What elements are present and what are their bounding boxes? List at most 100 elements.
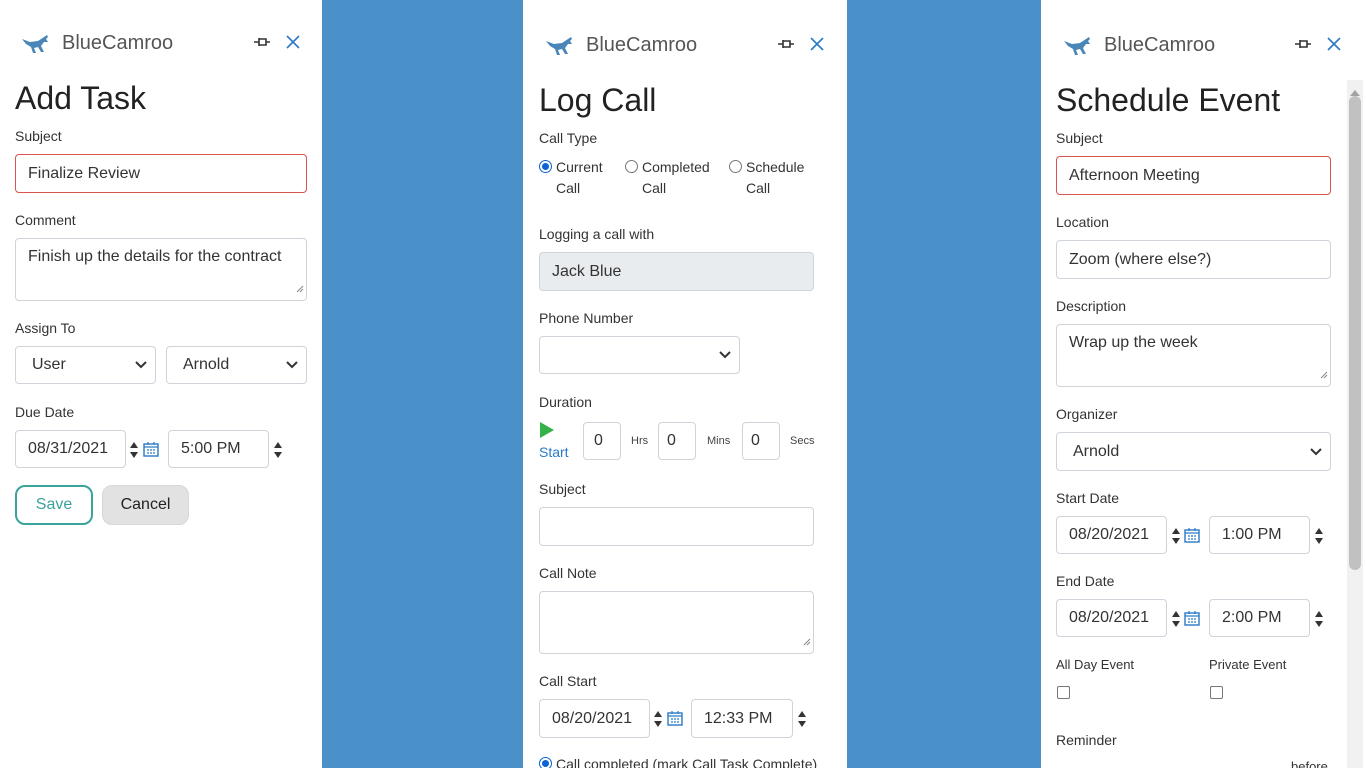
- call-subject-input[interactable]: [539, 507, 814, 546]
- due-time-input[interactable]: 5:00 PM: [168, 430, 269, 468]
- organizer-value: Arnold: [1073, 442, 1120, 460]
- all-day-event-label: All Day Event: [1056, 657, 1135, 672]
- brand-name: BlueCamroo: [586, 34, 698, 56]
- call-note-textarea[interactable]: [539, 591, 814, 654]
- comment-label: Comment: [15, 212, 76, 228]
- chevron-down-icon: [286, 356, 298, 374]
- resize-handle-icon[interactable]: [1320, 366, 1328, 384]
- add-task-panel: BlueCamroo Add Task Subject Finalize Rev…: [0, 0, 322, 768]
- resize-handle-icon[interactable]: [803, 633, 811, 651]
- seconds-value: 0: [751, 432, 760, 449]
- pin-icon[interactable]: [253, 35, 271, 49]
- assign-type-select[interactable]: User: [15, 346, 156, 384]
- all-day-event-checkbox[interactable]: [1057, 686, 1070, 699]
- radio-current-call[interactable]: [539, 160, 552, 173]
- start-timer-link[interactable]: Start: [539, 444, 569, 460]
- spinner-icon[interactable]: [1171, 610, 1181, 628]
- chevron-down-icon: [719, 346, 731, 364]
- hours-value: 0: [594, 432, 603, 449]
- location-value: Zoom (where else?): [1069, 250, 1212, 268]
- organizer-select[interactable]: Arnold: [1056, 432, 1331, 471]
- pin-icon[interactable]: [777, 37, 795, 51]
- due-date-input[interactable]: 08/31/2021: [15, 430, 126, 468]
- logging-with-value: Jack Blue: [552, 262, 622, 280]
- spinner-icon[interactable]: [797, 710, 807, 728]
- close-icon[interactable]: [286, 35, 300, 49]
- start-time-value: 1:00 PM: [1222, 526, 1282, 543]
- due-date-label: Due Date: [15, 404, 75, 420]
- brand-header: BlueCamroo: [20, 32, 173, 55]
- cancel-button[interactable]: Cancel: [102, 485, 189, 525]
- end-time-input[interactable]: 2:00 PM: [1209, 599, 1310, 637]
- reminder-suffix: before: [1291, 759, 1328, 768]
- phone-number-select[interactable]: [539, 336, 740, 374]
- spinner-icon[interactable]: [653, 710, 663, 728]
- resize-handle-icon[interactable]: [296, 280, 304, 298]
- radio-completed-call[interactable]: [625, 160, 638, 173]
- spinner-icon[interactable]: [1314, 527, 1324, 545]
- minutes-label: Mins: [707, 435, 731, 447]
- private-event-label: Private Event: [1209, 657, 1287, 672]
- radio-completed-call-label: Completed Call: [642, 159, 710, 196]
- logging-with-label: Logging a call with: [539, 226, 655, 242]
- start-date-value: 08/20/2021: [1069, 526, 1150, 543]
- comment-textarea[interactable]: Finish up the details for the contract: [15, 238, 307, 301]
- minutes-input[interactable]: 0: [658, 422, 696, 460]
- seconds-input[interactable]: 0: [742, 422, 780, 460]
- subject-label: Subject: [15, 128, 62, 144]
- call-start-date-input[interactable]: 08/20/2021: [539, 699, 650, 738]
- kangaroo-icon: [1062, 35, 1096, 57]
- end-time-value: 2:00 PM: [1222, 609, 1282, 626]
- assign-to-label: Assign To: [15, 320, 76, 336]
- scrollbar-thumb[interactable]: [1349, 96, 1361, 570]
- radio-call-completed[interactable]: [539, 757, 552, 768]
- assign-user-select[interactable]: Arnold: [166, 346, 307, 384]
- start-date-input[interactable]: 08/20/2021: [1056, 516, 1167, 554]
- location-input[interactable]: Zoom (where else?): [1056, 240, 1331, 279]
- minutes-value: 0: [667, 432, 676, 449]
- brand-header: BlueCamroo: [544, 34, 697, 57]
- spinner-icon[interactable]: [273, 441, 283, 459]
- call-start-date-value: 08/20/2021: [552, 709, 633, 727]
- radio-schedule-call[interactable]: [729, 160, 742, 173]
- event-subject-input[interactable]: Afternoon Meeting: [1056, 156, 1331, 195]
- calendar-icon[interactable]: [1184, 527, 1200, 543]
- comment-value: Finish up the details for the contract: [28, 248, 282, 265]
- calendar-icon[interactable]: [143, 441, 159, 457]
- log-call-panel: BlueCamroo Log Call Call Type Current Ca…: [523, 0, 847, 768]
- kangaroo-icon: [544, 35, 578, 57]
- kangaroo-icon: [20, 33, 54, 55]
- close-icon[interactable]: [810, 37, 824, 51]
- call-start-time-value: 12:33 PM: [704, 709, 773, 727]
- call-start-label: Call Start: [539, 673, 597, 689]
- subject-input[interactable]: Finalize Review: [15, 154, 307, 193]
- end-date-value: 08/20/2021: [1069, 609, 1150, 626]
- brand-header: BlueCamroo: [1062, 34, 1215, 57]
- hours-label: Hrs: [631, 435, 649, 447]
- call-start-time-input[interactable]: 12:33 PM: [691, 699, 793, 738]
- start-time-input[interactable]: 1:00 PM: [1209, 516, 1310, 554]
- calendar-icon[interactable]: [667, 710, 683, 726]
- spinner-icon[interactable]: [129, 441, 139, 459]
- event-subject-label: Subject: [1056, 130, 1103, 146]
- start-date-label: Start Date: [1056, 490, 1120, 506]
- description-label: Description: [1056, 298, 1127, 314]
- chevron-down-icon: [1310, 443, 1322, 461]
- description-textarea[interactable]: Wrap up the week: [1056, 324, 1331, 387]
- due-date-value: 08/31/2021: [28, 440, 109, 457]
- play-icon[interactable]: [539, 421, 555, 444]
- save-button[interactable]: Save: [15, 485, 93, 525]
- close-icon[interactable]: [1327, 37, 1341, 51]
- spinner-icon[interactable]: [1171, 527, 1181, 545]
- location-label: Location: [1056, 214, 1109, 230]
- pin-icon[interactable]: [1294, 37, 1312, 51]
- call-subject-label: Subject: [539, 481, 586, 497]
- spinner-icon[interactable]: [1314, 610, 1324, 628]
- radio-schedule-call-label: Schedule Call: [746, 159, 805, 196]
- calendar-icon[interactable]: [1184, 610, 1200, 626]
- chevron-down-icon: [135, 356, 147, 374]
- schedule-event-panel: BlueCamroo Schedule Event Subject Aftern…: [1041, 0, 1366, 768]
- end-date-input[interactable]: 08/20/2021: [1056, 599, 1167, 637]
- private-event-checkbox[interactable]: [1210, 686, 1223, 699]
- hours-input[interactable]: 0: [583, 422, 621, 460]
